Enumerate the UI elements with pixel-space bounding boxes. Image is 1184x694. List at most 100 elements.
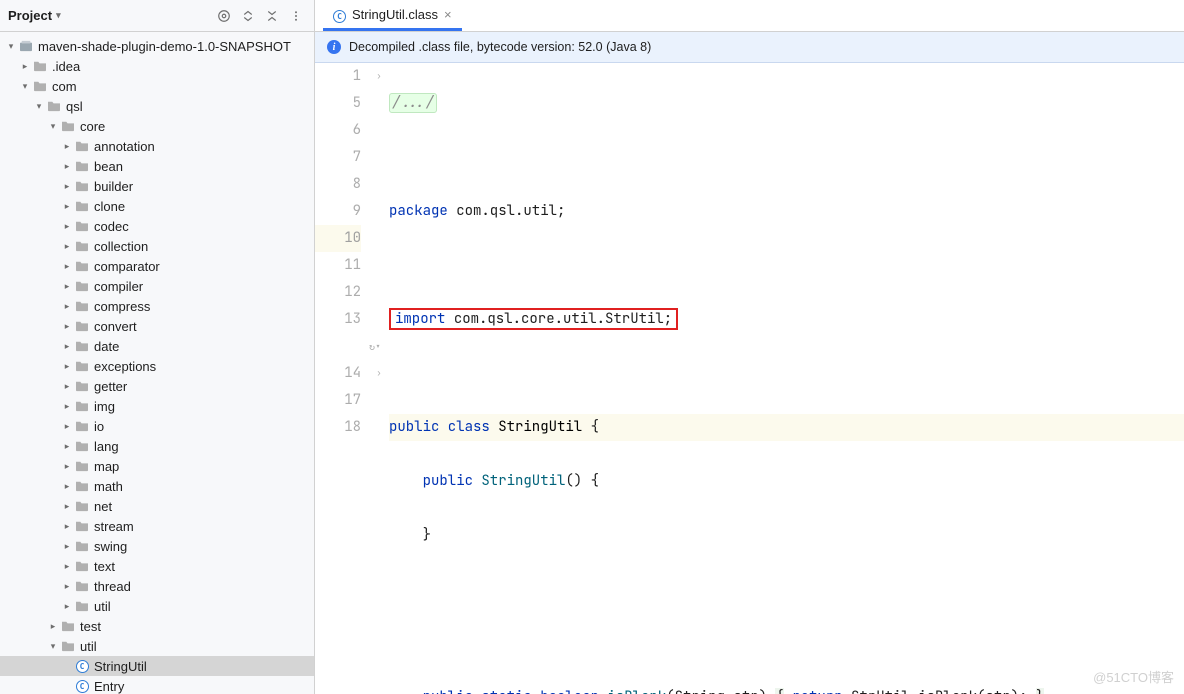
tree-folder-net[interactable]: ▸ net (0, 496, 314, 516)
tree-folder-lang[interactable]: ▸lang (0, 436, 314, 456)
select-opened-file-icon[interactable] (214, 6, 234, 26)
folder-icon (74, 460, 90, 472)
tree-folder-math[interactable]: ▸math (0, 476, 314, 496)
tree-root[interactable]: ▾ maven-shade-plugin-demo-1.0-SNAPSHOT (0, 36, 314, 56)
folder-icon (74, 540, 90, 552)
tree-folder-comparator[interactable]: ▸ comparator (0, 256, 314, 276)
tree-folder-qsl[interactable]: ▾ qsl (0, 96, 314, 116)
caret-right-icon[interactable]: ▸ (60, 201, 74, 212)
tree-label: exceptions (94, 359, 156, 374)
folder-icon (74, 480, 90, 492)
tree-folder-bean[interactable]: ▸ bean (0, 156, 314, 176)
tree-folder-compress[interactable]: ▸compress (0, 296, 314, 316)
tree-folder-compiler[interactable]: ▸ compiler (0, 276, 314, 296)
folder-icon (74, 200, 90, 212)
editor-pane: C StringUtil.class × i Decompiled .class… (315, 0, 1184, 694)
caret-right-icon[interactable]: ▸ (60, 581, 74, 592)
tree-folder-exceptions[interactable]: ▸ exceptions (0, 356, 314, 376)
editor-tab-active[interactable]: C StringUtil.class × (323, 1, 462, 31)
tree-folder-swing[interactable]: ▸swing (0, 536, 314, 556)
tree-label: bean (94, 159, 123, 174)
caret-right-icon[interactable]: ▸ (18, 61, 32, 72)
caret-right-icon[interactable]: ▸ (60, 481, 74, 492)
tree-label: thread (94, 579, 131, 594)
tree-folder-clone[interactable]: ▸clone (0, 196, 314, 216)
caret-right-icon[interactable]: ▸ (60, 161, 74, 172)
close-icon[interactable]: × (444, 7, 452, 22)
caret-right-icon[interactable]: ▸ (60, 441, 74, 452)
sidebar-title[interactable]: Project ▾ (8, 8, 210, 23)
caret-right-icon[interactable]: ▸ (60, 321, 74, 332)
tree-folder-util[interactable]: ▾ util (0, 636, 314, 656)
tree-folder-stream[interactable]: ▸ stream (0, 516, 314, 536)
tree-folder-idea[interactable]: ▸ .idea (0, 56, 314, 76)
tree-class-entry[interactable]: C Entry (0, 676, 314, 694)
caret-down-icon[interactable]: ▾ (46, 641, 60, 652)
tree-label: stream (94, 519, 134, 534)
tree-folder-map[interactable]: ▸map (0, 456, 314, 476)
caret-down-icon[interactable]: ▾ (32, 101, 46, 112)
caret-right-icon[interactable]: ▸ (60, 181, 74, 192)
caret-right-icon[interactable]: ▸ (60, 361, 74, 372)
tree-folder-test[interactable]: ▸ test (0, 616, 314, 636)
tree-class-stringutil[interactable]: C StringUtil (0, 656, 314, 676)
tree-folder-collection[interactable]: ▸collection (0, 236, 314, 256)
caret-down-icon[interactable]: ▾ (46, 121, 60, 132)
tree-folder-img[interactable]: ▸img (0, 396, 314, 416)
caret-right-icon[interactable]: ▸ (60, 221, 74, 232)
caret-right-icon[interactable]: ▸ (60, 281, 74, 292)
tree-label: core (80, 119, 105, 134)
tree-label: net (94, 499, 112, 514)
fold-column[interactable]: › ↻▾ › (369, 63, 389, 694)
caret-right-icon[interactable]: ▸ (60, 521, 74, 532)
tree-folder-codec[interactable]: ▸codec (0, 216, 314, 236)
caret-right-icon[interactable]: ▸ (60, 261, 74, 272)
tree-label: convert (94, 319, 137, 334)
tree-folder-util[interactable]: ▸util (0, 596, 314, 616)
banner-text: Decompiled .class file, bytecode version… (349, 40, 651, 54)
caret-right-icon[interactable]: ▸ (60, 401, 74, 412)
caret-down-icon[interactable]: ▾ (4, 41, 18, 52)
tree-folder-thread[interactable]: ▸ thread (0, 576, 314, 596)
tree-folder-io[interactable]: ▸io (0, 416, 314, 436)
tree-folder-core[interactable]: ▾ core (0, 116, 314, 136)
caret-right-icon[interactable]: ▸ (60, 501, 74, 512)
tree-folder-convert[interactable]: ▸ convert (0, 316, 314, 336)
folder-icon (74, 280, 90, 292)
tree-folder-date[interactable]: ▸ date (0, 336, 314, 356)
expand-all-icon[interactable] (238, 6, 258, 26)
tree-folder-getter[interactable]: ▸getter (0, 376, 314, 396)
project-sidebar: Project ▾ ▾ maven-shade-plugin-demo-1.0-… (0, 0, 315, 694)
folder-icon (74, 500, 90, 512)
tree-label: comparator (94, 259, 160, 274)
collapse-all-icon[interactable] (262, 6, 282, 26)
tree-folder-builder[interactable]: ▸builder (0, 176, 314, 196)
caret-right-icon[interactable]: ▸ (46, 621, 60, 632)
folder-icon (74, 420, 90, 432)
tree-label: date (94, 339, 119, 354)
code-editor[interactable]: 1 5 6 7 8 9 10 11 12 13 14 17 18 › ↻▾ › … (315, 63, 1184, 694)
caret-right-icon[interactable]: ▸ (60, 461, 74, 472)
tree-folder-com[interactable]: ▾ com (0, 76, 314, 96)
caret-right-icon[interactable]: ▸ (60, 381, 74, 392)
caret-right-icon[interactable]: ▸ (60, 561, 74, 572)
folder-icon (74, 380, 90, 392)
caret-right-icon[interactable]: ▸ (60, 241, 74, 252)
caret-right-icon[interactable]: ▸ (60, 341, 74, 352)
caret-down-icon[interactable]: ▾ (18, 81, 32, 92)
caret-right-icon[interactable]: ▸ (60, 141, 74, 152)
code-content[interactable]: /.../ package com.qsl.util; import com.q… (389, 63, 1184, 694)
tree-folder-annotation[interactable]: ▸annotation (0, 136, 314, 156)
caret-right-icon[interactable]: ▸ (60, 601, 74, 612)
tree-label: compiler (94, 279, 143, 294)
class-icon: C (74, 680, 90, 693)
tree-folder-text[interactable]: ▸text (0, 556, 314, 576)
folder-icon (74, 260, 90, 272)
chevron-down-icon: ▾ (56, 10, 61, 21)
project-tree[interactable]: ▾ maven-shade-plugin-demo-1.0-SNAPSHOT ▸… (0, 32, 314, 694)
caret-right-icon[interactable]: ▸ (60, 301, 74, 312)
caret-right-icon[interactable]: ▸ (60, 541, 74, 552)
fold-marker[interactable]: /.../ (389, 93, 437, 113)
more-options-icon[interactable] (286, 6, 306, 26)
caret-right-icon[interactable]: ▸ (60, 421, 74, 432)
